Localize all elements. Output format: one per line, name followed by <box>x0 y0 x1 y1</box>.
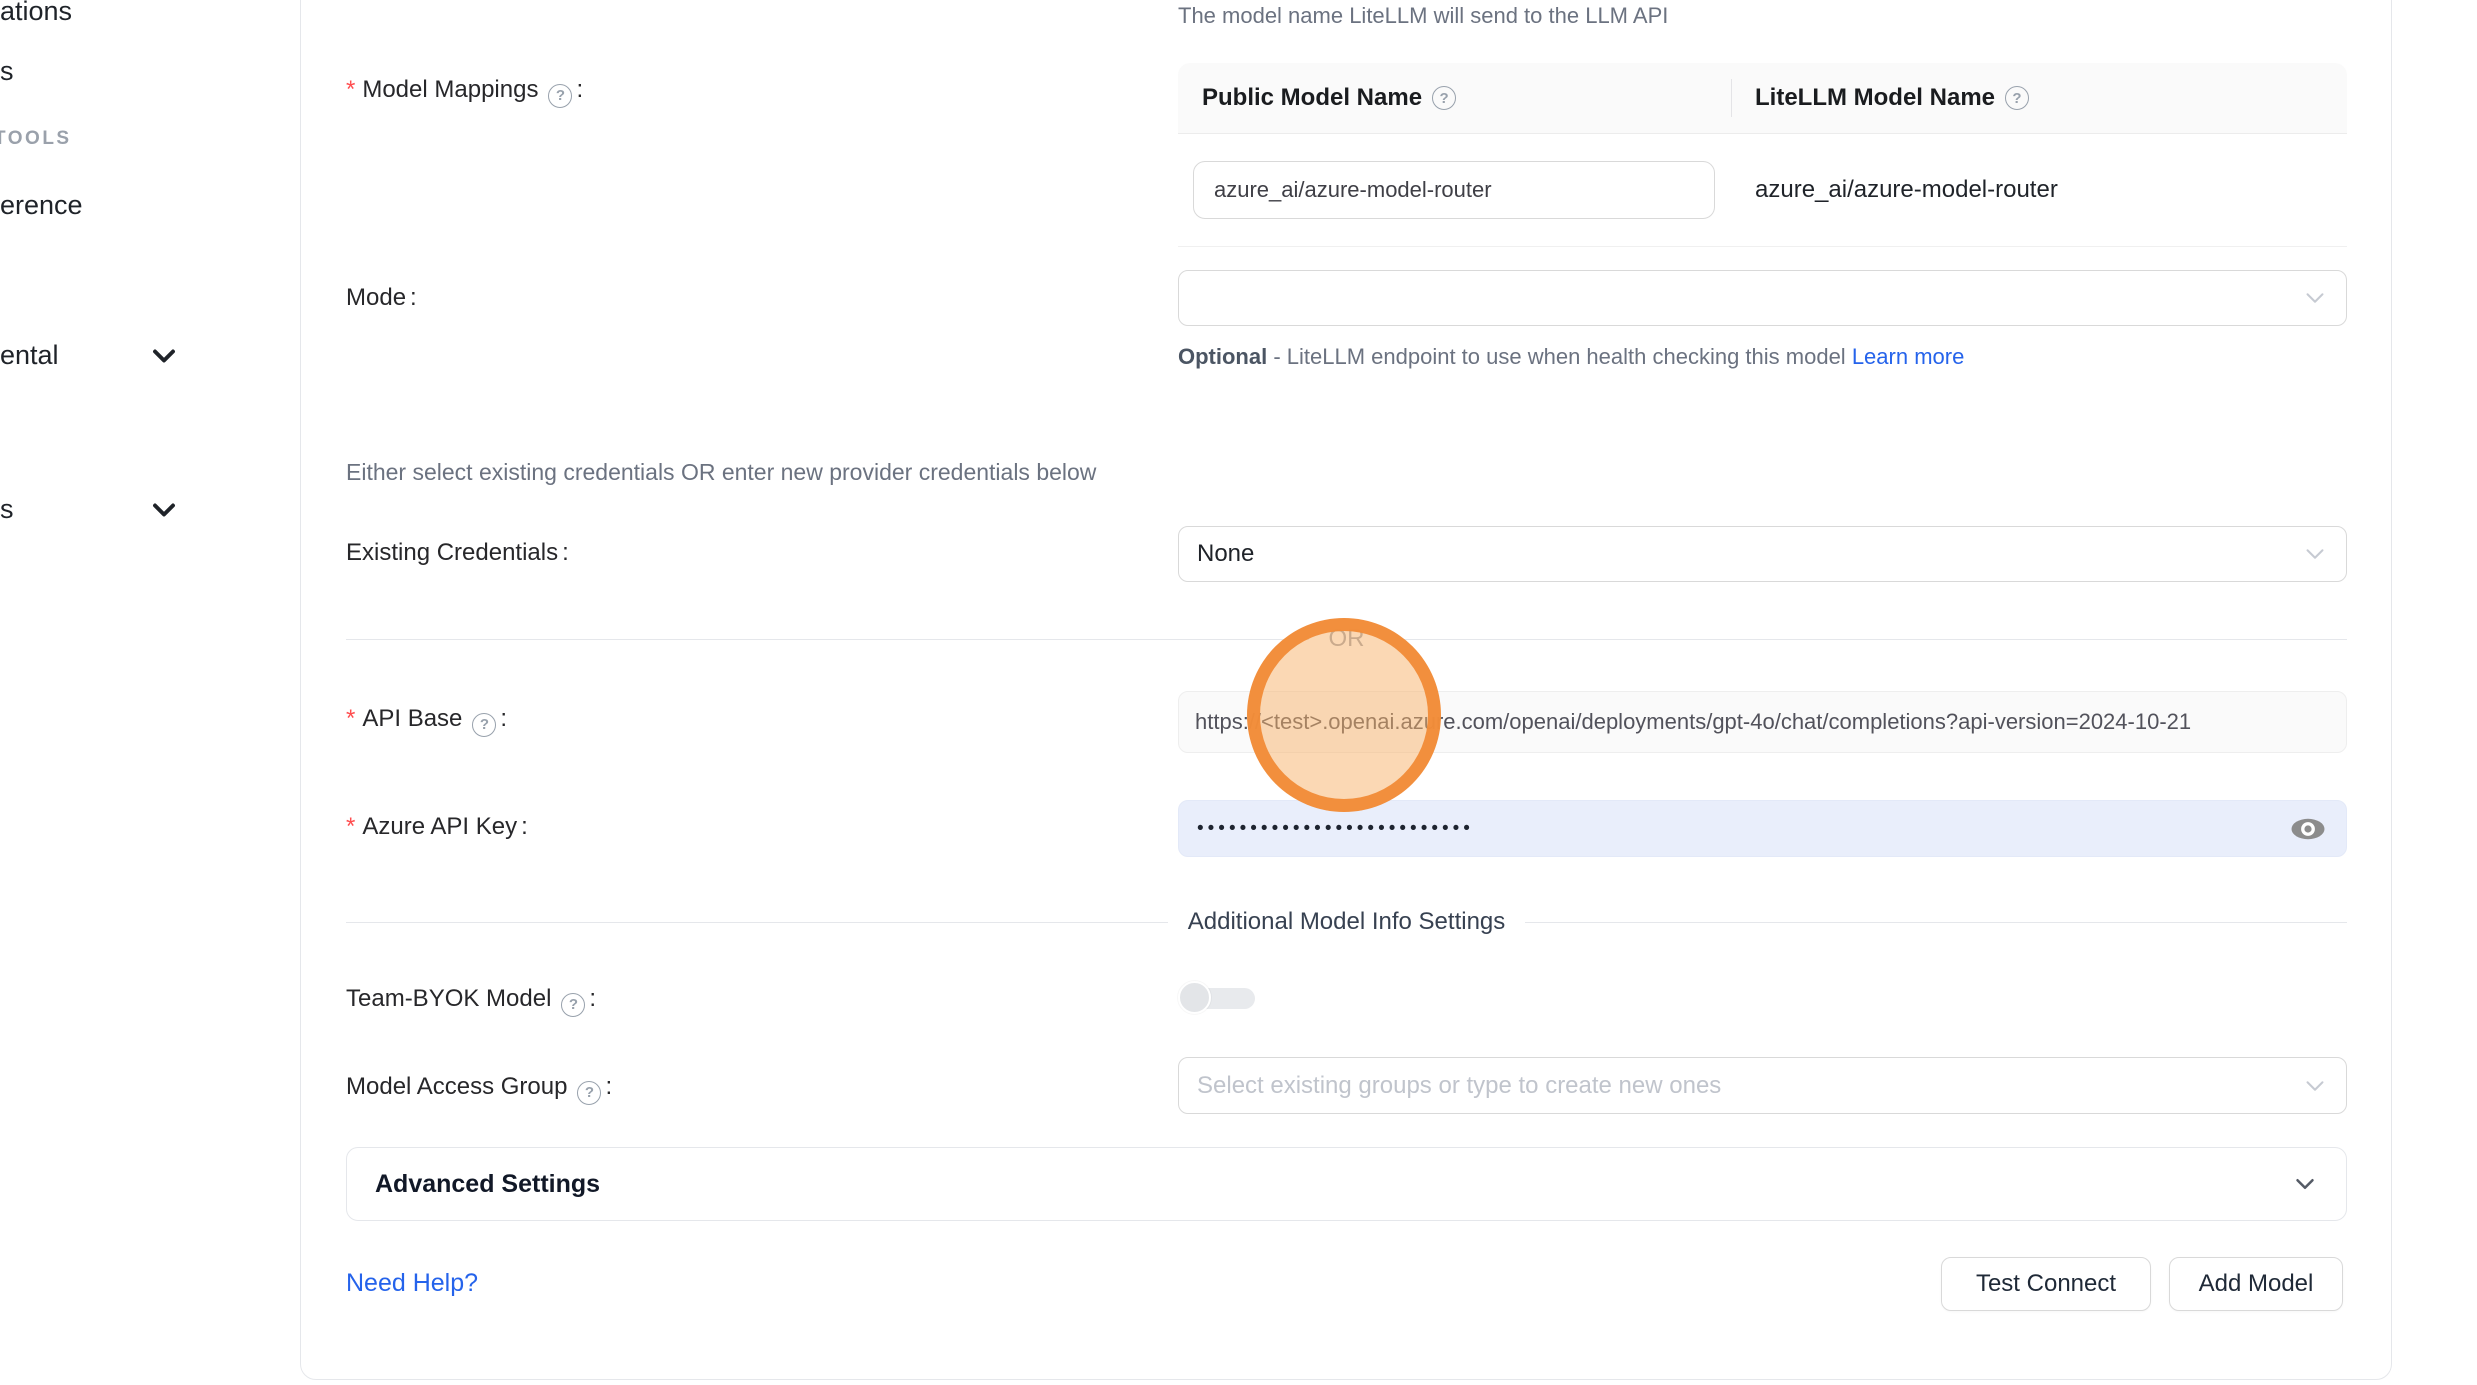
sidebar-item-inference[interactable]: erence <box>0 190 83 221</box>
azure-api-key-input[interactable]: •••••••••••••••••••••••••• <box>1178 800 2347 857</box>
chevron-down-icon <box>2300 539 2330 569</box>
litellm-model-name-value: azure_ai/azure-model-router <box>1731 176 2347 204</box>
help-question-icon[interactable]: ? <box>548 84 572 108</box>
sidebar-item-organizations[interactable]: ations <box>0 0 72 27</box>
eye-icon[interactable] <box>2290 815 2326 843</box>
add-model-page: ations s TOOLS erence ental s The model … <box>0 0 2477 1385</box>
mode-label: Mode: <box>346 281 417 315</box>
credentials-note: Either select existing credentials OR en… <box>346 459 1096 486</box>
sidebar-item[interactable]: s <box>0 56 14 87</box>
advanced-settings-panel[interactable]: Advanced Settings <box>346 1147 2347 1221</box>
required-asterisk: * <box>346 76 355 103</box>
masked-password-dots: •••••••••••••••••••••••••• <box>1179 818 1474 840</box>
add-model-button[interactable]: Add Model <box>2169 1257 2343 1311</box>
api-base-label: *API Base?: <box>346 702 507 737</box>
table-row: azure_ai/azure-model-router <box>1178 134 2347 247</box>
table-header-row: Public Model Name? LiteLLM Model Name? <box>1178 63 2347 134</box>
sidebar-section-tools: TOOLS <box>0 128 72 150</box>
chevron-down-icon <box>146 338 182 374</box>
need-help-link[interactable]: Need Help? <box>346 1269 478 1298</box>
learn-more-link[interactable]: Learn more <box>1852 344 1965 369</box>
model-mappings-label: *Model Mappings?: <box>346 73 583 108</box>
help-question-icon[interactable]: ? <box>2005 86 2029 110</box>
toggle-knob <box>1178 981 1211 1014</box>
team-byok-toggle[interactable] <box>1178 981 1258 1015</box>
model-mappings-table: Public Model Name? LiteLLM Model Name? a… <box>1178 63 2347 247</box>
help-question-icon[interactable]: ? <box>561 993 585 1017</box>
model-access-group-select[interactable]: Select existing groups or type to create… <box>1178 1057 2347 1114</box>
help-question-icon[interactable]: ? <box>472 713 496 737</box>
chevron-down-icon <box>2290 1169 2320 1199</box>
model-access-group-label: Model Access Group?: <box>346 1070 612 1105</box>
test-connect-button[interactable]: Test Connect <box>1941 1257 2151 1311</box>
model-name-help-text: The model name LiteLLM will send to the … <box>1178 3 1668 29</box>
chevron-down-icon <box>146 492 182 528</box>
chevron-down-icon <box>2300 283 2330 313</box>
help-question-icon[interactable]: ? <box>1432 86 1456 110</box>
sidebar-item-experimental[interactable]: ental <box>0 340 59 371</box>
sidebar-item-settings[interactable]: s <box>0 494 14 525</box>
header-divider <box>1731 79 1732 117</box>
help-question-icon[interactable]: ? <box>577 1081 601 1105</box>
mode-help-text: Optional - LiteLLM endpoint to use when … <box>1178 337 1983 377</box>
or-divider: OR <box>346 623 2347 655</box>
required-asterisk: * <box>346 813 355 840</box>
select-placeholder: Select existing groups or type to create… <box>1179 1072 1721 1100</box>
azure-api-key-label: *Azure API Key: <box>346 810 528 844</box>
api-base-input[interactable]: https://<test>.openai.azure.com/openai/d… <box>1178 691 2347 753</box>
column-header-public-model-name: Public Model Name? <box>1178 63 1731 133</box>
team-byok-label: Team-BYOK Model?: <box>346 982 596 1017</box>
chevron-down-icon <box>2300 1071 2330 1101</box>
additional-settings-divider: Additional Model Info Settings <box>346 906 2347 938</box>
required-asterisk: * <box>346 705 355 732</box>
column-header-litellm-model-name: LiteLLM Model Name? <box>1731 63 2347 133</box>
public-model-name-input[interactable] <box>1193 161 1715 219</box>
add-model-form-card: The model name LiteLLM will send to the … <box>300 0 2392 1380</box>
existing-credentials-label: Existing Credentials: <box>346 536 569 570</box>
existing-credentials-select[interactable]: None <box>1178 526 2347 582</box>
mode-select[interactable] <box>1178 270 2347 326</box>
